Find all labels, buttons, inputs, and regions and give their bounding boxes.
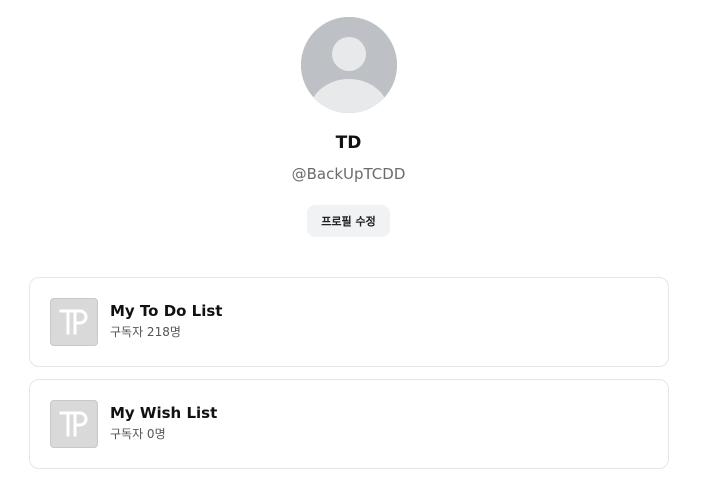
list-thumbnail [50, 400, 98, 448]
profile-handle: @BackUpTCDD [291, 165, 406, 183]
default-user-avatar-icon [301, 17, 397, 113]
avatar [301, 17, 397, 113]
list-title: My To Do List [110, 302, 223, 320]
tp-logo-icon [59, 309, 88, 335]
list-item-card[interactable]: My To Do List 구독자 218명 [29, 277, 669, 367]
edit-profile-button[interactable]: 프로필 수정 [307, 205, 390, 237]
list-thumbnail [50, 298, 98, 346]
list-item-card[interactable]: My Wish List 구독자 0명 [29, 379, 669, 469]
profile-display-name: TD [335, 133, 362, 153]
profile-page: TD @BackUpTCDD 프로필 수정 My To Do List 구독자 … [0, 0, 701, 477]
list-subscriber-count: 구독자 0명 [110, 427, 166, 441]
list-subscriber-count: 구독자 218명 [110, 325, 181, 339]
tp-logo-icon [59, 411, 88, 437]
list-title: My Wish List [110, 404, 218, 422]
